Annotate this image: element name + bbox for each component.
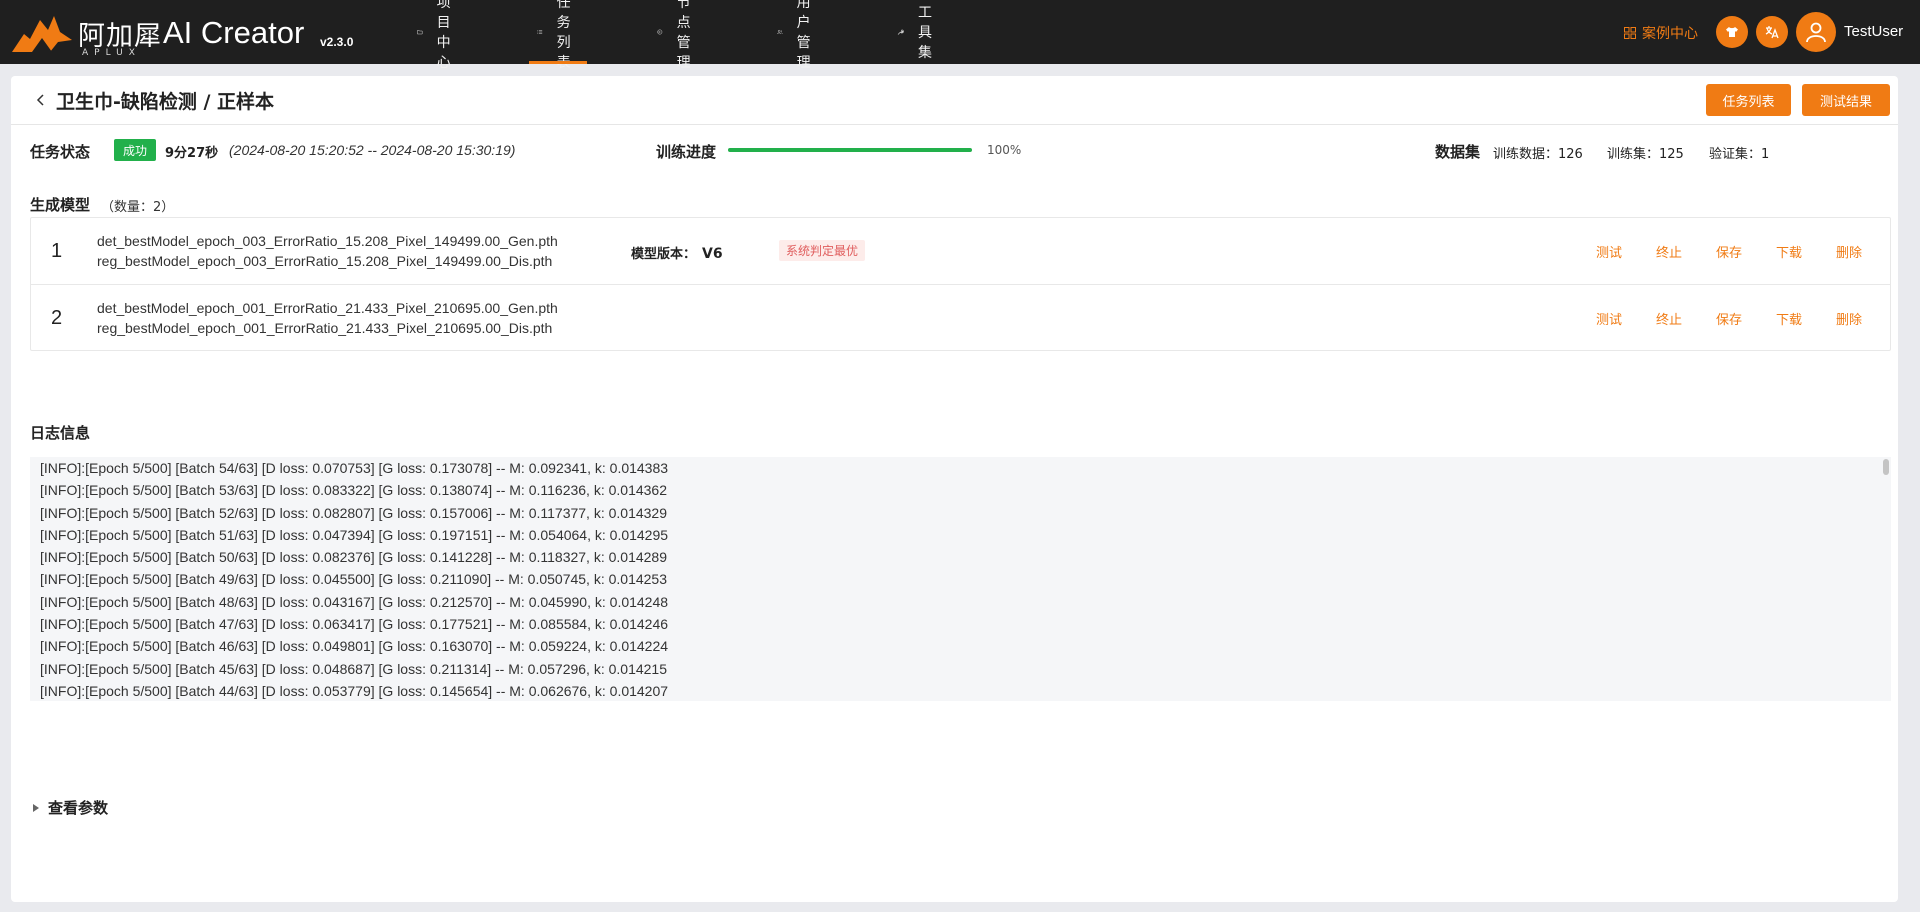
model-count: （数量：2） xyxy=(101,200,175,215)
training-progress-text: 100% xyxy=(987,143,1022,157)
log-line: [INFO]:[Epoch 5/500] [Batch 50/63] [D lo… xyxy=(40,549,668,566)
shirt-button[interactable] xyxy=(1716,16,1748,48)
save-button[interactable]: 保存 xyxy=(1716,242,1742,261)
model-version: 模型版本： V6 xyxy=(631,243,723,262)
task-duration: 9分27秒 xyxy=(165,146,219,161)
generated-models-title: 生成模型 xyxy=(30,196,91,214)
case-center-link[interactable]: 案例中心 xyxy=(1624,23,1698,43)
log-line: [INFO]:[Epoch 5/500] [Batch 49/63] [D lo… xyxy=(40,571,668,588)
user-icon xyxy=(1806,22,1826,43)
view-params-toggle[interactable]: 查看参数 xyxy=(33,797,108,818)
nav-item-nodes[interactable]: 节点管理 xyxy=(657,0,699,71)
training-progress-fill xyxy=(728,148,972,152)
logo-english-name: APLUX xyxy=(82,48,141,58)
test-button[interactable]: 测试 xyxy=(1596,242,1622,261)
nav-item-label: 任务列表 xyxy=(556,0,571,71)
caret-right-icon xyxy=(33,803,39,812)
model-index: 1 xyxy=(51,240,63,262)
folder-icon xyxy=(417,30,423,35)
nav-item-users[interactable]: 用户管理 xyxy=(777,0,819,71)
model-version-value: V6 xyxy=(702,246,723,262)
stop-button[interactable]: 终止 xyxy=(1656,309,1682,328)
log-scrollbar[interactable] xyxy=(1883,459,1889,475)
model-version-label: 模型版本： xyxy=(631,247,697,262)
dis-model-file: reg_bestModel_epoch_003_ErrorRatio_15.20… xyxy=(97,253,553,269)
val-set-count: 验证集：1 xyxy=(1709,147,1770,162)
download-button[interactable]: 下载 xyxy=(1776,309,1802,328)
dis-model-file: reg_bestModel_epoch_001_ErrorRatio_21.43… xyxy=(97,320,553,336)
log-line: [INFO]:[Epoch 5/500] [Batch 44/63] [D lo… xyxy=(40,682,669,699)
model-files: det_bestModel_epoch_003_ErrorRatio_15.20… xyxy=(97,231,558,271)
train-set-count: 训练集：125 xyxy=(1607,147,1684,162)
view-params-label: 查看参数 xyxy=(48,799,109,817)
node-icon xyxy=(657,29,663,35)
save-button[interactable]: 保存 xyxy=(1716,309,1742,328)
log-lines: [INFO]:[Epoch 5/500] [Batch 54/63] [D lo… xyxy=(30,457,1870,701)
nav-item-task-list[interactable]: 任务列表 xyxy=(529,0,587,71)
top-navigation-bar: 阿加犀 APLUX AI Creator v2.3.0 项目中心 任务列表 节点… xyxy=(0,0,1920,71)
app-version: v2.3.0 xyxy=(320,35,354,49)
log-line: [INFO]:[Epoch 5/500] [Batch 46/63] [D lo… xyxy=(40,638,669,655)
download-button[interactable]: 下载 xyxy=(1776,242,1802,261)
nav-item-projects[interactable]: 项目中心 xyxy=(417,0,459,71)
wrench-icon xyxy=(897,29,904,35)
stop-button[interactable]: 终止 xyxy=(1656,242,1682,261)
nav-item-label: 节点管理 xyxy=(676,0,691,71)
model-index: 2 xyxy=(51,307,63,329)
app-name: AI Creator xyxy=(163,15,305,50)
username[interactable]: TestUser xyxy=(1844,23,1903,40)
test-result-button[interactable]: 测试结果 xyxy=(1802,84,1890,116)
training-progress-label: 训练进度 xyxy=(656,143,717,161)
status-badge: 成功 xyxy=(114,139,156,161)
log-output[interactable]: [INFO]:[Epoch 5/500] [Batch 54/63] [D lo… xyxy=(30,457,1891,701)
model-table: 1 det_bestModel_epoch_003_ErrorRatio_15.… xyxy=(30,217,1891,351)
log-line: [INFO]:[Epoch 5/500] [Batch 45/63] [D lo… xyxy=(40,660,668,677)
delete-button[interactable]: 删除 xyxy=(1836,309,1862,328)
nav-item-tools[interactable]: 工具集 xyxy=(897,0,939,64)
model-row: 1 det_bestModel_epoch_003_ErrorRatio_15.… xyxy=(31,218,1890,284)
nav-item-label: 项目中心 xyxy=(436,0,451,71)
task-time-range: (2024-08-20 15:20:52 -- 2024-08-20 15:30… xyxy=(229,142,516,158)
training-progress-bar xyxy=(728,148,972,152)
nav-item-label: 工具集 xyxy=(918,5,932,61)
dataset-label: 数据集 xyxy=(1435,143,1481,161)
model-row: 2 det_bestModel_epoch_001_ErrorRatio_21.… xyxy=(31,284,1890,350)
page-title: 卫生巾-缺陷检测 / 正样本 xyxy=(56,91,275,113)
task-list-button[interactable]: 任务列表 xyxy=(1706,84,1791,116)
case-center-label: 案例中心 xyxy=(1642,26,1698,42)
model-files: det_bestModel_epoch_001_ErrorRatio_21.43… xyxy=(97,298,558,338)
delete-button[interactable]: 删除 xyxy=(1836,242,1862,261)
translate-icon xyxy=(1765,26,1779,39)
gen-model-file: det_bestModel_epoch_001_ErrorRatio_21.43… xyxy=(97,300,558,316)
log-line: [INFO]:[Epoch 5/500] [Batch 54/63] [D lo… xyxy=(40,460,669,476)
users-icon xyxy=(777,29,783,35)
grid-icon xyxy=(1624,27,1636,39)
test-button[interactable]: 测试 xyxy=(1596,309,1622,328)
log-line: [INFO]:[Epoch 5/500] [Batch 51/63] [D lo… xyxy=(40,526,669,543)
log-line: [INFO]:[Epoch 5/500] [Batch 48/63] [D lo… xyxy=(40,593,669,610)
log-line: [INFO]:[Epoch 5/500] [Batch 52/63] [D lo… xyxy=(40,504,668,521)
task-detail-panel: 卫生巾-缺陷检测 / 正样本 任务列表 测试结果 任务状态 成功 9分27秒 (… xyxy=(11,76,1898,902)
task-status-label: 任务状态 xyxy=(30,143,91,161)
task-status-row: 任务状态 成功 9分27秒 (2024-08-20 15:20:52 -- 20… xyxy=(30,136,1890,166)
aplux-logo-icon xyxy=(12,16,72,52)
train-data-count: 训练数据：126 xyxy=(1493,147,1583,162)
list-icon xyxy=(537,30,543,34)
gen-model-file: det_bestModel_epoch_003_ErrorRatio_15.20… xyxy=(97,233,558,249)
log-info-title: 日志信息 xyxy=(30,424,91,442)
header-divider xyxy=(11,124,1898,125)
user-avatar[interactable] xyxy=(1796,12,1836,52)
language-button[interactable] xyxy=(1756,16,1788,48)
chevron-left-icon[interactable] xyxy=(33,92,49,108)
nav-item-label: 用户管理 xyxy=(796,0,811,71)
best-model-tag: 系统判定最优 xyxy=(779,240,866,261)
log-line: [INFO]:[Epoch 5/500] [Batch 53/63] [D lo… xyxy=(40,482,668,499)
shirt-icon xyxy=(1726,27,1738,37)
log-line: [INFO]:[Epoch 5/500] [Batch 47/63] [D lo… xyxy=(40,616,669,633)
